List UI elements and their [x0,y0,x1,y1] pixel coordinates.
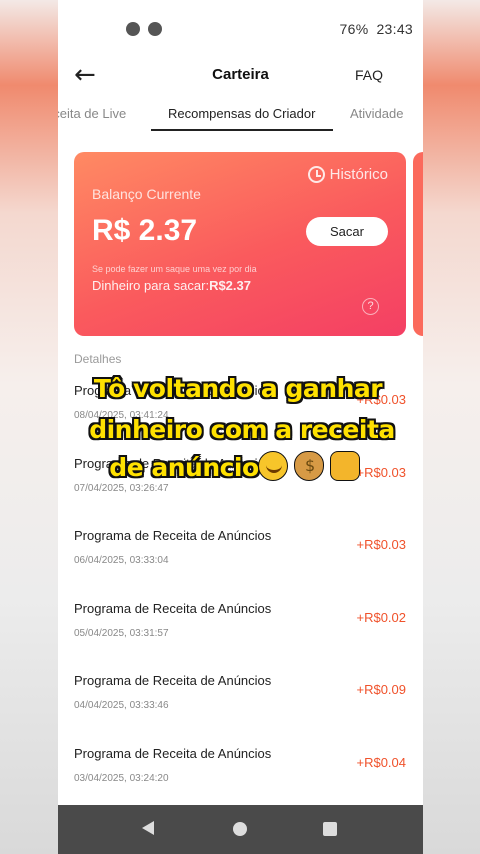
details-list: Programa de Receita de Anúncios 08/04/20… [74,380,406,816]
available-amount: Dinheiro para sacar:R$2.37 [92,278,251,293]
item-name: Programa de Receita de Anúncios [74,600,272,616]
balance-label: Balanço Currente [92,186,201,202]
history-link[interactable]: Histórico [307,166,388,183]
system-nav-bar [58,805,423,854]
item-date: 05/04/2025, 03:31:57 [74,627,169,639]
nav-back-icon[interactable] [142,821,154,835]
clock-icon [307,166,325,183]
withdraw-note: Se pode fazer um saque uma vez por dia [92,264,257,274]
details-title: Detalhes [74,352,122,366]
money-bag-icon [294,451,324,481]
item-amount: +R$0.02 [356,609,406,625]
next-card-peek[interactable] [413,152,423,336]
history-label: Histórico [329,166,388,183]
app-notification-icon [148,22,162,36]
caption-line-2: dinheiro com a receita [89,415,395,444]
item-date: 03/04/2025, 03:24:20 [74,772,169,784]
item-amount: +R$0.04 [356,754,406,770]
active-tab-indicator [151,129,333,131]
nav-recent-apps-icon[interactable] [323,822,337,836]
raising-hands-icon [330,451,360,481]
item-date: 07/04/2025, 03:26:47 [74,482,169,494]
caption-emojis [258,451,360,481]
clock-time: 23:43 [376,21,413,37]
status-bar: 76% 23:43 [58,0,423,58]
list-item[interactable]: Programa de Receita de Anúncios 06/04/20… [74,525,406,598]
party-face-icon [258,451,288,481]
item-amount: +R$0.03 [356,537,406,553]
item-name: Programa de Receita de Anúncios [74,673,272,689]
nav-home-icon[interactable] [233,822,247,836]
battery-level: 76% [339,21,369,37]
list-item[interactable]: Programa de Receita de Anúncios 05/04/20… [74,598,406,671]
withdraw-button[interactable]: Sacar [306,217,388,246]
tab-creator-rewards[interactable]: Recompensas do Criador [168,106,315,121]
header: ← Carteira FAQ [58,58,423,96]
tab-activity[interactable]: Atividade [350,106,403,121]
list-item[interactable]: Programa de Receita de Anúncios 04/04/20… [74,670,406,743]
balance-value: R$ 2.37 [92,214,198,247]
available-label: Dinheiro para sacar: [92,278,210,293]
tab-live-revenue[interactable]: eceita de Live [58,106,126,121]
item-amount: +R$0.09 [356,682,406,698]
caption-line-3: de anúncio [0,453,480,482]
balance-card: Histórico Balanço Currente R$ 2.37 Sacar… [74,152,406,336]
notification-icon [126,22,140,36]
item-name: Programa de Receita de Anúncios [74,528,272,544]
faq-link[interactable]: FAQ [355,67,383,83]
help-icon[interactable]: ? [362,298,379,315]
item-name: Programa de Receita de Anúncios [74,745,272,761]
available-value: R$2.37 [209,278,251,293]
item-date: 06/04/2025, 03:33:04 [74,555,169,567]
tab-bar: eceita de Live Recompensas do Criador At… [58,98,423,136]
caption-line-3-text: de anúncio [109,453,259,482]
caption-line-1: Tô voltando a ganhar [93,374,383,403]
item-date: 04/04/2025, 03:33:46 [74,700,169,712]
